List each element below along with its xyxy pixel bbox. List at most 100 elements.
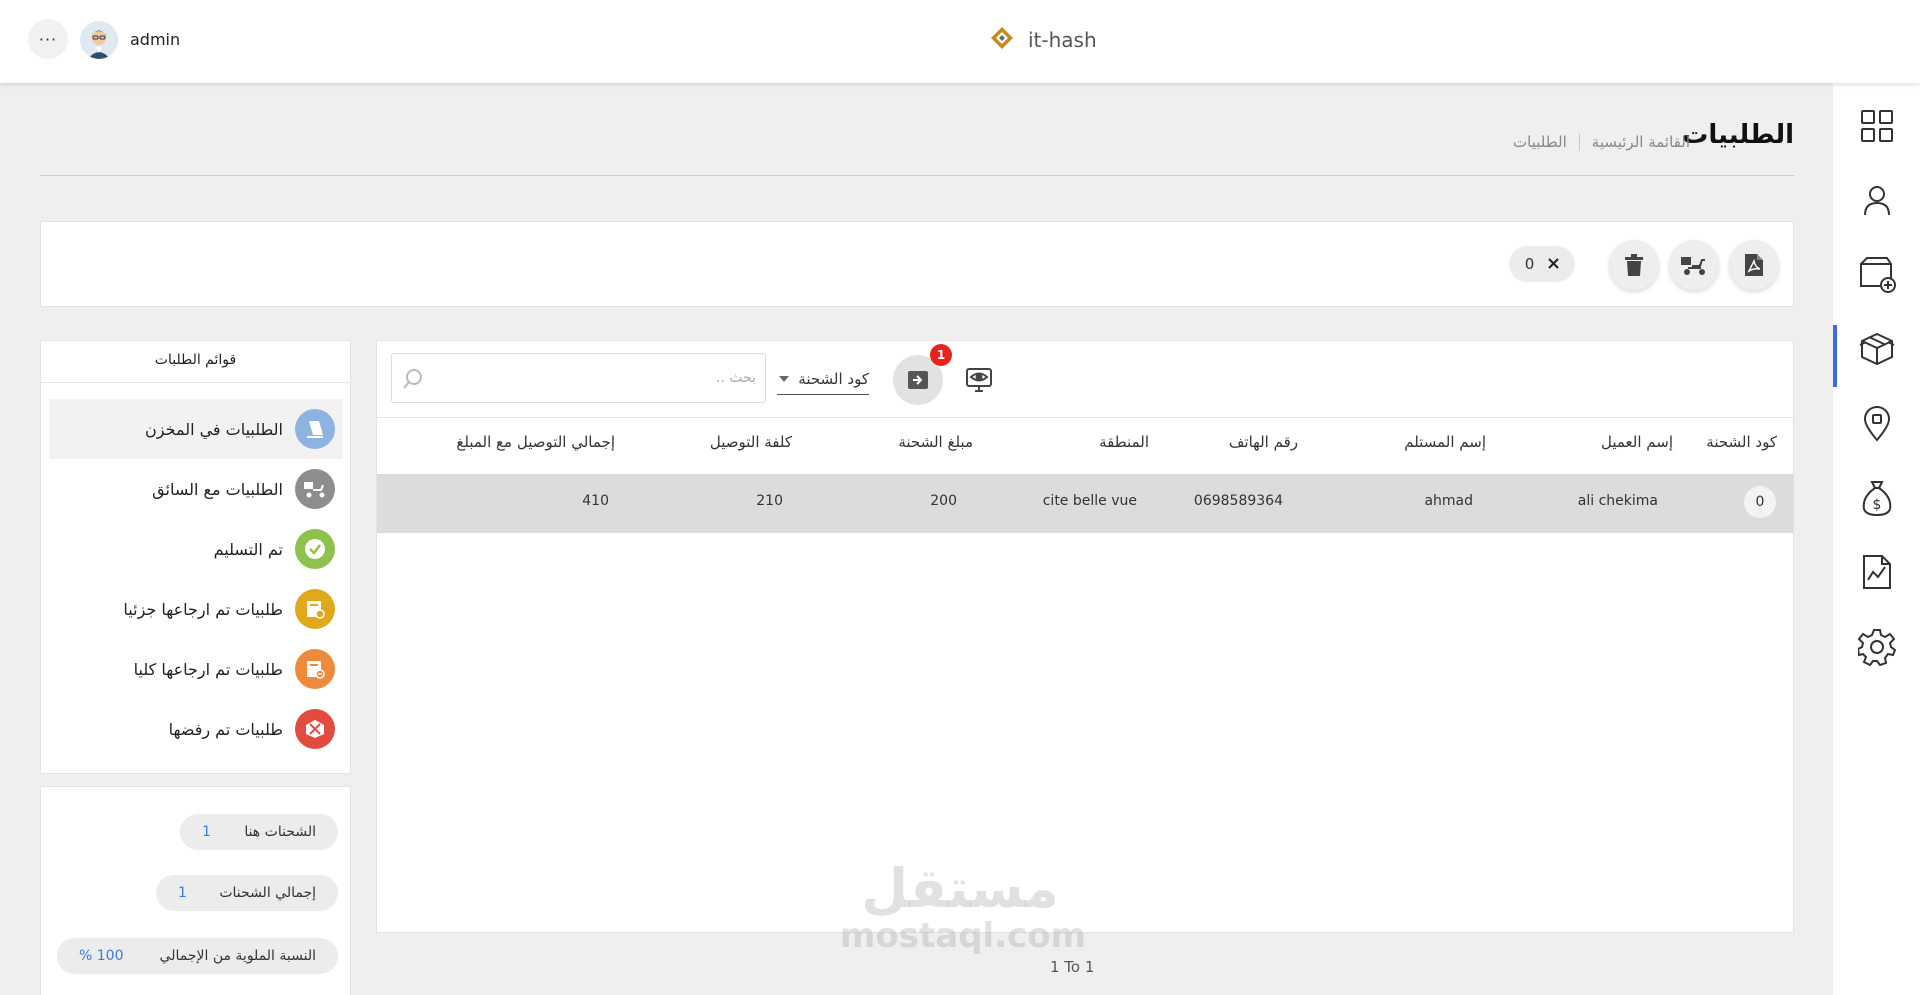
list-item-label: تم التسليم [213, 539, 283, 559]
notification-badge: 1 [930, 344, 952, 366]
search-box [391, 353, 766, 403]
username: admin [130, 30, 181, 49]
cell-region: cite belle vue [1042, 493, 1137, 509]
list-item-label: طلبيات تم ارجاعها كليا [133, 659, 283, 679]
arrow-forward-icon [908, 371, 928, 389]
column-header-recipient[interactable]: إسم المستلم [1404, 433, 1486, 451]
list-item-label: الطلبيات مع السائق [152, 479, 283, 499]
page-title: الطلبيات [1682, 120, 1794, 150]
nav-reports[interactable] [1833, 542, 1920, 602]
assign-driver-button[interactable] [1669, 240, 1719, 290]
delivered-icon [295, 529, 335, 569]
pagination-info: 1 To 1 [1050, 958, 1095, 976]
clear-selection-icon[interactable] [1548, 255, 1559, 273]
cell-total: 410 [582, 493, 609, 509]
user-icon [1863, 186, 1890, 216]
selection-counter[interactable]: 0 [1509, 246, 1575, 282]
cell-client: ali chekima [1577, 493, 1658, 509]
brand: it-hash [990, 26, 1097, 54]
cell-amount: 200 [930, 493, 957, 509]
list-item-partial-return[interactable]: طلبيات تم ارجاعها جزئيا [49, 579, 343, 639]
stat-value: 100 % [79, 948, 124, 964]
stat-shipments-here: الشحنات هنا 1 [180, 814, 338, 850]
monitor-eye-icon [966, 368, 992, 392]
column-header-delivery-cost[interactable]: كلفة التوصيل [710, 433, 792, 451]
stat-value: 1 [202, 824, 211, 840]
partial-return-icon [295, 589, 335, 629]
side-navigation: $ [1833, 83, 1920, 995]
trash-icon [1625, 254, 1643, 276]
stat-label: النسبة الملوية من الإجمالي [159, 948, 316, 964]
search-icon[interactable] [402, 368, 424, 394]
nav-users[interactable] [1833, 170, 1920, 230]
cell-delivery-cost: 210 [756, 493, 783, 509]
nav-settings[interactable] [1833, 617, 1920, 677]
list-item-label: طلبيات تم رفضها [168, 719, 283, 739]
nav-add-shipment[interactable] [1833, 245, 1920, 305]
column-header-code[interactable]: كود الشحنة [1706, 433, 1777, 451]
brand-name: it-hash [1028, 28, 1097, 52]
cell-code: 0 [1744, 486, 1776, 518]
full-return-icon [295, 649, 335, 689]
report-chart-icon [1862, 555, 1891, 589]
chevron-down-icon [779, 375, 789, 382]
order-lists-title: قوائم الطلبات [41, 341, 350, 383]
nav-finance[interactable]: $ [1833, 468, 1920, 528]
list-item-full-return[interactable]: طلبيات تم ارجاعها كليا [49, 639, 343, 699]
stat-label: إجمالي الشحنات [219, 885, 316, 901]
breadcrumb-current: الطلبيات [1513, 133, 1567, 151]
watermark-latin: mostaql.com [840, 916, 1087, 956]
delivery-scooter-icon [1681, 257, 1705, 275]
search-field-select[interactable]: كود الشحنة [777, 363, 869, 395]
table-row[interactable]: 0 ali chekima ahmad 0698589364 cite bell… [377, 474, 1793, 533]
watermark-arabic: مستقل [861, 857, 1059, 920]
breadcrumb-separator [1578, 133, 1580, 151]
nav-dashboard[interactable] [1833, 96, 1920, 156]
bulk-actions-bar: 0 [40, 221, 1794, 307]
shipment-stats-panel: الشحنات هنا 1 إجمالي الشحنات 1 النسبة ال… [40, 786, 351, 995]
rejected-icon [295, 709, 335, 749]
column-header-region[interactable]: المنطقة [1099, 433, 1149, 451]
brand-logo-icon [990, 26, 1014, 54]
dashboard-icon [1860, 110, 1893, 142]
search-input[interactable] [436, 354, 756, 402]
stat-percentage: النسبة الملوية من الإجمالي 100 % [57, 938, 338, 974]
selected-count: 0 [1524, 255, 1535, 273]
add-box-icon [1859, 257, 1896, 293]
breadcrumb-home-link[interactable]: القائمة الرئيسية [1592, 133, 1690, 151]
avatar[interactable] [80, 21, 118, 59]
search-field-value: كود الشحنة [798, 369, 869, 388]
gear-icon [1857, 629, 1896, 666]
order-lists-panel: قوائم الطلبات الطلبيات في المخزن الطلبيا… [40, 340, 351, 774]
cell-phone: 0698589364 [1193, 493, 1283, 509]
column-header-amount[interactable]: مبلغ الشحنة [898, 433, 973, 451]
more-options-button[interactable]: ··· [28, 19, 68, 59]
export-pdf-button[interactable] [1729, 240, 1779, 290]
orders-toolbar: كود الشحنة 1 [377, 341, 1793, 418]
stat-label: الشحنات هنا [244, 824, 316, 840]
nav-regions[interactable] [1833, 394, 1920, 454]
delete-button[interactable] [1609, 240, 1659, 290]
column-header-phone[interactable]: رقم الهاتف [1229, 433, 1298, 451]
column-header-client[interactable]: إسم العميل [1601, 433, 1673, 451]
list-item-warehouse[interactable]: الطلبيات في المخزن [49, 399, 343, 459]
stat-value: 1 [178, 885, 187, 901]
watermark: مستقل mostaql.com [840, 857, 1087, 956]
driver-icon [295, 469, 335, 509]
header-divider [40, 175, 1794, 176]
column-header-total[interactable]: إجمالي التوصيل مع المبلغ [456, 433, 615, 451]
pdf-icon [1745, 254, 1763, 276]
warehouse-icon [295, 409, 335, 449]
cell-recipient: ahmad [1424, 493, 1473, 509]
preview-button[interactable] [962, 363, 996, 397]
list-item-label: طلبيات تم ارجاعها جزئيا [123, 599, 283, 619]
nav-orders[interactable] [1833, 319, 1920, 387]
list-item-label: الطلبيات في المخزن [145, 419, 283, 439]
package-icon [1859, 332, 1894, 366]
list-item-rejected[interactable]: طلبيات تم رفضها [49, 699, 343, 759]
list-item-with-driver[interactable]: الطلبيات مع السائق [49, 459, 343, 519]
list-item-delivered[interactable]: تم التسليم [49, 519, 343, 579]
top-bar: ··· admin it-hash [0, 0, 1920, 83]
stat-total-shipments: إجمالي الشحنات 1 [156, 875, 338, 911]
orders-panel: كود الشحنة 1 كود الشحنة إسم العميل إسم ا… [376, 340, 1794, 933]
